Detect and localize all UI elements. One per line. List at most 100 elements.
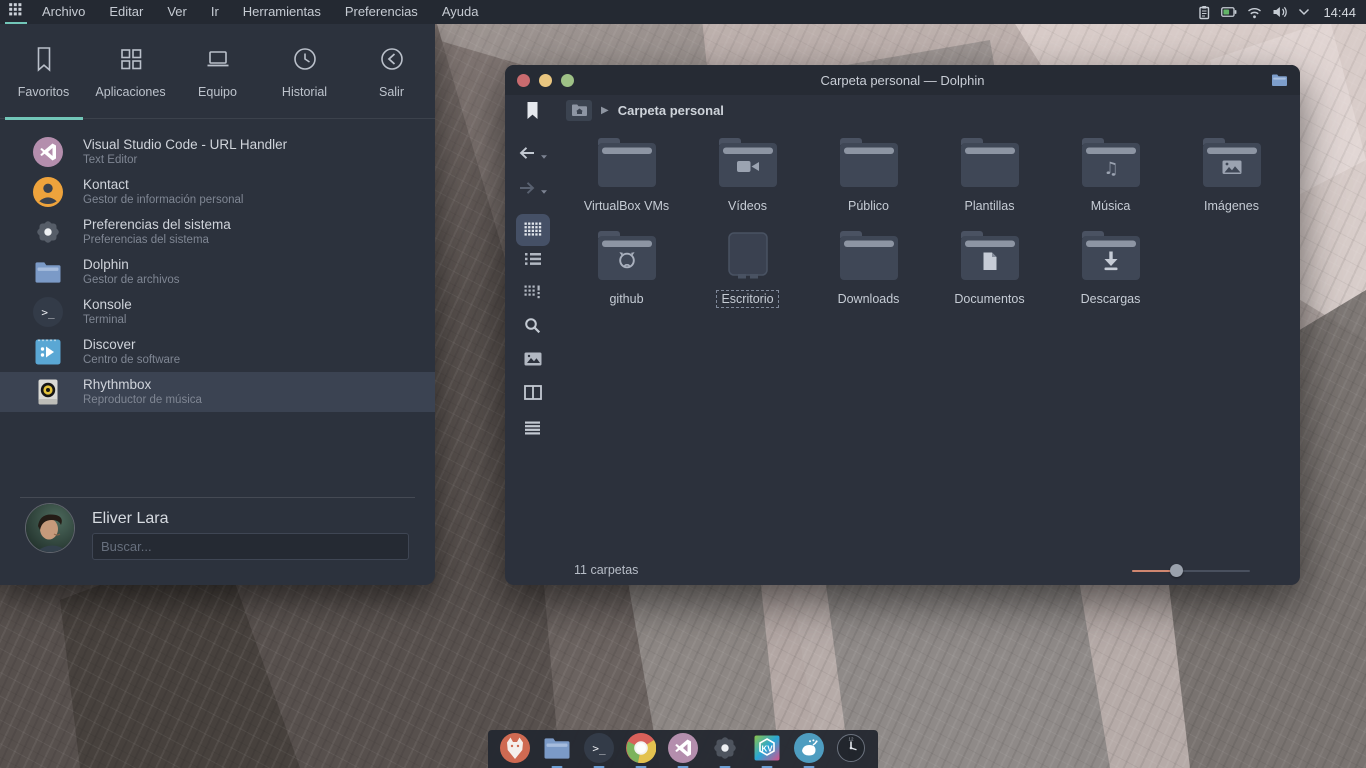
dock-bluebird-icon[interactable] xyxy=(794,733,824,763)
tab-label: Equipo xyxy=(198,85,237,99)
breadcrumb-label[interactable]: Carpeta personal xyxy=(618,103,724,118)
folder-virtualbox-vms[interactable]: VirtualBox VMs xyxy=(566,137,687,230)
preview-button[interactable] xyxy=(505,352,560,366)
folder-icon xyxy=(595,137,659,194)
window-app-icon xyxy=(1271,73,1300,87)
app-title: Konsole xyxy=(83,296,132,314)
app-texts: Preferencias del sistemaPreferencias del… xyxy=(83,216,231,248)
close-button[interactable] xyxy=(517,74,530,87)
discover-app-icon xyxy=(33,337,63,367)
dock-clock-icon[interactable]: 12 xyxy=(836,733,866,763)
menu-editar[interactable]: Editar xyxy=(97,0,155,24)
app-item-visual-studio-code-url-handler[interactable]: Visual Studio Code - URL HandlerText Edi… xyxy=(0,132,435,172)
folder-im-genes[interactable]: Imágenes xyxy=(1171,137,1292,230)
app-texts: Visual Studio Code - URL HandlerText Edi… xyxy=(83,136,287,168)
avatar-photo xyxy=(26,504,75,553)
folder-icon xyxy=(958,137,1022,194)
app-item-discover[interactable]: DiscoverCentro de software xyxy=(0,332,435,372)
app-item-kontact[interactable]: KontactGestor de información personal xyxy=(0,172,435,212)
breadcrumb: ▶ Carpeta personal xyxy=(560,95,1300,125)
folder-icon: ♫ xyxy=(1079,137,1143,194)
back-history-caret-icon[interactable] xyxy=(540,147,548,165)
tab-label: Aplicaciones xyxy=(95,85,165,99)
menu-archivo[interactable]: Archivo xyxy=(30,0,97,24)
folder-descargas[interactable]: Descargas xyxy=(1050,230,1171,323)
dolphin-window: Carpeta personal — Dolphin xyxy=(505,65,1300,585)
menubar-clock[interactable]: 14:44 xyxy=(1323,5,1356,20)
forward-icon[interactable] xyxy=(518,180,536,201)
app-title: Visual Studio Code - URL Handler xyxy=(83,136,287,154)
launcher-grid-icon xyxy=(9,3,23,22)
battery-icon[interactable] xyxy=(1221,4,1237,20)
folder-v-deos[interactable]: Vídeos xyxy=(687,137,808,230)
split-view-button[interactable] xyxy=(505,385,560,400)
launcher-tab-equipo[interactable]: Equipo xyxy=(174,24,261,118)
minimize-button[interactable] xyxy=(539,74,552,87)
dock-firefox-icon[interactable] xyxy=(500,733,530,763)
home-breadcrumb-button[interactable] xyxy=(566,100,592,121)
menu-button[interactable] xyxy=(505,421,560,435)
app-item-konsole[interactable]: >_KonsoleTerminal xyxy=(0,292,435,332)
launcher-tab-salir[interactable]: Salir xyxy=(348,24,435,118)
list-view-button[interactable] xyxy=(505,252,560,266)
app-subtitle: Preferencias del sistema xyxy=(83,233,231,248)
search-box xyxy=(92,533,409,560)
back-icon[interactable] xyxy=(518,145,536,166)
launcher-tab-aplicaciones[interactable]: Aplicaciones xyxy=(87,24,174,118)
folder-downloads[interactable]: Downloads xyxy=(808,230,929,323)
menu-preferencias[interactable]: Preferencias xyxy=(333,0,430,24)
icons-view-button[interactable] xyxy=(516,214,550,246)
folder-p-blico[interactable]: Público xyxy=(808,137,929,230)
menu-herramientas[interactable]: Herramientas xyxy=(231,0,333,24)
app-subtitle: Reproductor de música xyxy=(83,393,202,408)
chevron-down-icon[interactable] xyxy=(1296,4,1312,20)
app-item-preferencias-del-sistema[interactable]: Preferencias del sistemaPreferencias del… xyxy=(0,212,435,252)
folder-escritorio[interactable]: Escritorio xyxy=(687,230,808,323)
menu-ayuda[interactable]: Ayuda xyxy=(430,0,491,24)
rhythmbox-app-icon xyxy=(33,377,63,407)
svg-text:♫: ♫ xyxy=(1103,159,1118,179)
top-menubar: ArchivoEditarVerIrHerramientasPreferenci… xyxy=(0,0,1366,24)
launcher-app-list: Visual Studio Code - URL HandlerText Edi… xyxy=(0,119,435,412)
launcher-tab-favoritos[interactable]: Favoritos xyxy=(0,24,87,118)
places-bookmark-icon[interactable] xyxy=(505,101,560,120)
wifi-icon[interactable] xyxy=(1246,4,1262,20)
folder-label: github xyxy=(604,290,648,308)
folder-github[interactable]: github xyxy=(566,230,687,323)
menu-ver[interactable]: Ver xyxy=(155,0,199,24)
launcher-tabs: Favoritos Aplicaciones Equipo Historial Sali… xyxy=(0,24,435,119)
search-input[interactable] xyxy=(92,533,409,560)
search-button[interactable] xyxy=(505,317,560,334)
dock-chrome-icon[interactable] xyxy=(626,733,656,763)
forward-history-caret-icon[interactable] xyxy=(540,182,548,200)
menu-ir[interactable]: Ir xyxy=(199,0,231,24)
app-item-rhythmbox[interactable]: RhythmboxReproductor de música xyxy=(0,372,435,412)
app-launcher-button[interactable] xyxy=(2,0,30,24)
dock-files-icon[interactable] xyxy=(542,733,572,763)
application-launcher-panel: Favoritos Aplicaciones Equipo Historial Sali… xyxy=(0,24,435,585)
folder-plantillas[interactable]: Plantillas xyxy=(929,137,1050,230)
app-item-dolphin[interactable]: DolphinGestor de archivos xyxy=(0,252,435,292)
zoom-slider[interactable] xyxy=(1132,564,1250,577)
tab-label: Salir xyxy=(379,85,404,99)
dolphin-app-icon xyxy=(33,257,63,287)
details-view-button[interactable] xyxy=(505,285,560,299)
clipboard-icon[interactable] xyxy=(1196,4,1212,20)
dock-vscode-icon[interactable] xyxy=(668,733,698,763)
slider-handle[interactable] xyxy=(1170,564,1183,577)
volume-icon[interactable] xyxy=(1271,4,1287,20)
forward-nav[interactable] xyxy=(505,180,560,201)
app-subtitle: Centro de software xyxy=(83,353,180,368)
launcher-tab-historial[interactable]: Historial xyxy=(261,24,348,118)
tab-label: Historial xyxy=(282,85,327,99)
back-nav[interactable] xyxy=(505,145,560,166)
app-subtitle: Text Editor xyxy=(83,153,287,168)
dock-kvantum-icon[interactable]: KV xyxy=(752,733,782,763)
maximize-button[interactable] xyxy=(561,74,574,87)
user-avatar[interactable] xyxy=(25,503,75,553)
dolphin-titlebar[interactable]: Carpeta personal — Dolphin xyxy=(505,65,1300,95)
dock-terminal-icon[interactable]: >_ xyxy=(584,733,614,763)
dock-settings-icon[interactable] xyxy=(710,733,740,763)
folder-documentos[interactable]: Documentos xyxy=(929,230,1050,323)
folder-m-sica[interactable]: ♫Música xyxy=(1050,137,1171,230)
